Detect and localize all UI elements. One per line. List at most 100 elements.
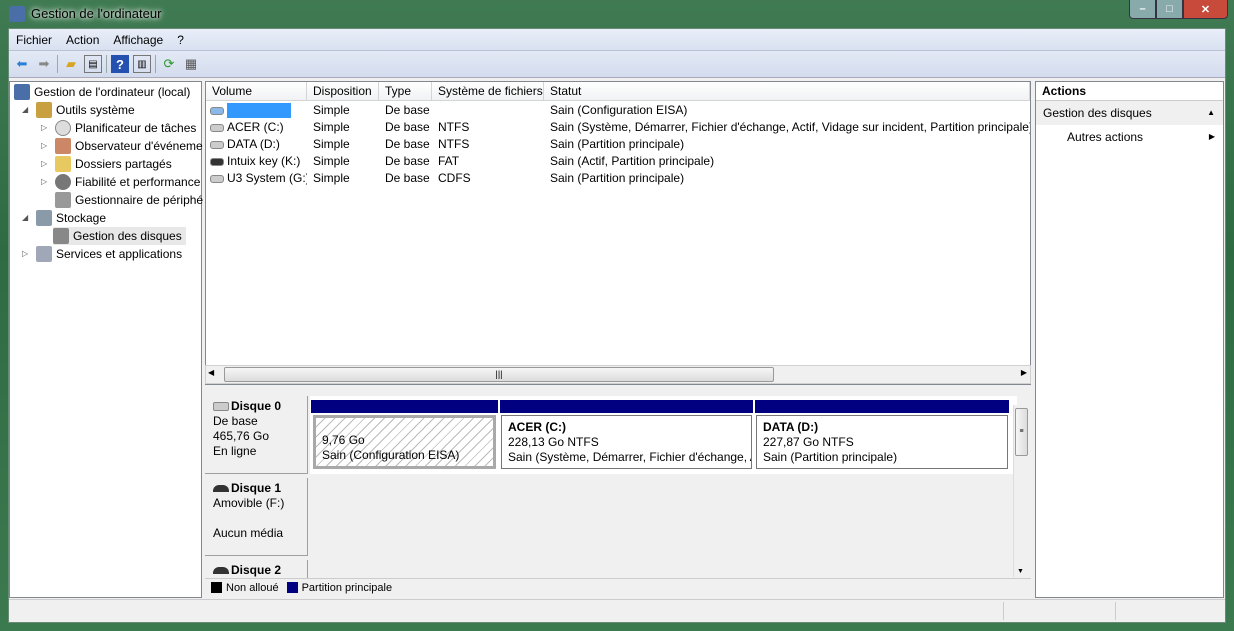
legend: Non alloué Partition principale — [205, 578, 1031, 596]
tree-services[interactable]: ▷ Services et applications — [22, 245, 182, 263]
separator — [57, 55, 58, 73]
disk-0-partitions: 9,76 Go Sain (Configuration EISA) ACER (… — [310, 396, 1017, 474]
cell-type: De base — [385, 103, 430, 117]
scroll-down-icon[interactable]: ▼ — [1017, 568, 1024, 575]
cell-status: Sain (Configuration EISA) — [550, 103, 688, 117]
cd-icon — [210, 174, 224, 183]
back-icon[interactable]: ⬅ — [13, 55, 31, 73]
cell-fs: FAT — [438, 154, 460, 168]
cell-fs: NTFS — [438, 120, 470, 134]
menu-help[interactable]: ? — [170, 33, 191, 47]
main-window: Fichier Action Affichage ? ⬅ ➡ ▰ ▤ ? ▥ ⟳… — [8, 28, 1226, 623]
partition-bar — [755, 400, 1009, 413]
tree-reliability[interactable]: ▷ Fiabilité et performance — [41, 173, 200, 191]
window-title: Gestion de l'ordinateur — [31, 6, 162, 21]
navigation-tree: Gestion de l'ordinateur (local) ◢ Outils … — [9, 81, 203, 598]
collapse-icon[interactable]: ▲ — [1207, 101, 1215, 125]
tree-shared-folders[interactable]: ▷ Dossiers partagés — [41, 155, 172, 173]
volume-row[interactable]: DATA (D:) Simple De base NTFS Sain (Partitio… — [206, 136, 1030, 153]
show-tree-icon[interactable]: ▤ — [84, 55, 102, 73]
scroll-left-icon[interactable]: ◀ — [208, 368, 214, 377]
volume-row[interactable]: ACER (C:) Simple De base NTFS Sain (Système,… — [206, 119, 1030, 136]
tree-root[interactable]: Gestion de l'ordinateur (local) — [14, 83, 190, 101]
cell-name: DATA (D:) — [210, 136, 307, 153]
tree-task-scheduler[interactable]: ▷ Planificateur de tâches — [41, 119, 196, 137]
scroll-right-icon[interactable]: ▶ — [1021, 368, 1027, 377]
cell-layout: Simple — [313, 103, 350, 117]
disk-2-label[interactable]: Disque 2 — [205, 560, 308, 578]
volume-row[interactable]: Simple De base Sain (Configuration EISA) — [206, 102, 1030, 119]
device-manager-icon — [55, 192, 71, 208]
expand-arrow-icon[interactable]: ▷ — [41, 119, 51, 137]
expand-arrow-icon[interactable]: ▷ — [41, 173, 51, 191]
maximize-button[interactable]: □ — [1156, 0, 1183, 19]
cell-status: Sain (Système, Démarrer, Fichier d'échan… — [550, 120, 1030, 134]
cell-layout: Simple — [313, 171, 350, 185]
partition-data-d[interactable]: DATA (D:) 227,87 Go NTFS Sain (Partition… — [756, 415, 1008, 469]
toolbar: ⬅ ➡ ▰ ▤ ? ▥ ⟳ ▦ — [9, 51, 1225, 78]
disk-1-label[interactable]: Disque 1 Amovible (F:) Aucun média — [205, 478, 308, 556]
cell-fs: CDFS — [438, 171, 471, 185]
expand-arrow-icon[interactable]: ▷ — [41, 155, 51, 173]
tools-icon — [36, 102, 52, 118]
refresh-icon[interactable]: ⟳ — [160, 55, 178, 73]
legend-swatch-unallocated — [211, 582, 222, 593]
horizontal-scrollbar[interactable]: ◀ ||| ▶ — [205, 365, 1031, 384]
column-header-type[interactable]: Type — [379, 82, 432, 101]
partition-bar — [311, 400, 498, 413]
removable-icon — [210, 157, 224, 166]
help-icon[interactable]: ? — [111, 55, 129, 73]
show-action-pane-icon[interactable]: ▥ — [133, 55, 151, 73]
menu-action[interactable]: Action — [59, 33, 106, 47]
separator — [155, 55, 156, 73]
shared-folder-icon — [55, 156, 71, 172]
expand-arrow-icon[interactable]: ▷ — [41, 137, 51, 155]
collapse-arrow-icon[interactable]: ◢ — [22, 209, 32, 227]
tree-disk-management[interactable]: Gestion des disques — [53, 227, 186, 245]
cell-fs: NTFS — [438, 137, 470, 151]
scrollbar-thumb[interactable]: ||| — [224, 367, 774, 382]
clock-icon — [55, 120, 71, 136]
disk-icon — [213, 402, 229, 411]
actions-pane: Actions Gestion des disques ▲ Autres acti… — [1035, 81, 1224, 598]
expand-arrow-icon[interactable]: ▷ — [22, 245, 32, 263]
legend-swatch-primary — [286, 582, 298, 593]
partition-eisa[interactable]: 9,76 Go Sain (Configuration EISA) — [313, 415, 496, 469]
cell-name: ACER (C:) — [210, 119, 307, 136]
removable-disk-icon — [213, 567, 229, 574]
tree-event-viewer[interactable]: ▷ Observateur d'événeme — [41, 137, 203, 155]
cell-status: Sain (Actif, Partition principale) — [550, 154, 715, 168]
collapse-arrow-icon[interactable]: ◢ — [22, 101, 32, 119]
up-folder-icon[interactable]: ▰ — [62, 55, 80, 73]
cell-name — [210, 102, 307, 119]
event-viewer-icon — [55, 138, 71, 154]
menu-fichier[interactable]: Fichier — [9, 33, 59, 47]
column-header-filesystem[interactable]: Système de fichiers — [432, 82, 544, 101]
tree-storage[interactable]: ◢ Stockage — [22, 209, 106, 227]
cell-type: De base — [385, 137, 430, 151]
partition-acer-c[interactable]: ACER (C:) 228,13 Go NTFS Sain (Système, … — [501, 415, 752, 469]
tree-device-manager[interactable]: Gestionnaire de périphé — [55, 191, 203, 209]
disk-0-label[interactable]: Disque 0 De base 465,76 Go En ligne — [205, 396, 308, 474]
volume-row[interactable]: U3 System (G:) Simple De base CDFS Sain (Par… — [206, 170, 1030, 187]
vertical-scrollbar[interactable]: ≡ ▼ — [1013, 405, 1029, 577]
disk-management-icon — [53, 228, 69, 244]
close-button[interactable]: ✕ — [1183, 0, 1228, 19]
actions-section-disk-management[interactable]: Gestion des disques ▲ — [1036, 101, 1223, 125]
disk-icon — [210, 123, 224, 132]
actions-more[interactable]: Autres actions ▶ — [1036, 125, 1223, 149]
properties-icon[interactable]: ▦ — [182, 55, 200, 73]
volume-row[interactable]: Intuix key (K:) Simple De base FAT Sain (Act… — [206, 153, 1030, 170]
partition-bar — [500, 400, 753, 413]
minimize-button[interactable]: – — [1129, 0, 1156, 19]
menu-affichage[interactable]: Affichage — [106, 33, 170, 47]
column-header-layout[interactable]: Disposition — [307, 82, 379, 101]
tree-system-tools[interactable]: ◢ Outils système — [22, 101, 135, 119]
menu-bar: Fichier Action Affichage ? — [9, 29, 1225, 51]
scrollbar-thumb[interactable]: ≡ — [1015, 408, 1028, 456]
column-header-volume[interactable]: Volume — [206, 82, 307, 101]
column-header-status[interactable]: Statut — [544, 82, 1030, 101]
forward-icon[interactable]: ➡ — [35, 55, 53, 73]
gauge-icon — [55, 174, 71, 190]
computer-management-icon — [9, 6, 25, 22]
